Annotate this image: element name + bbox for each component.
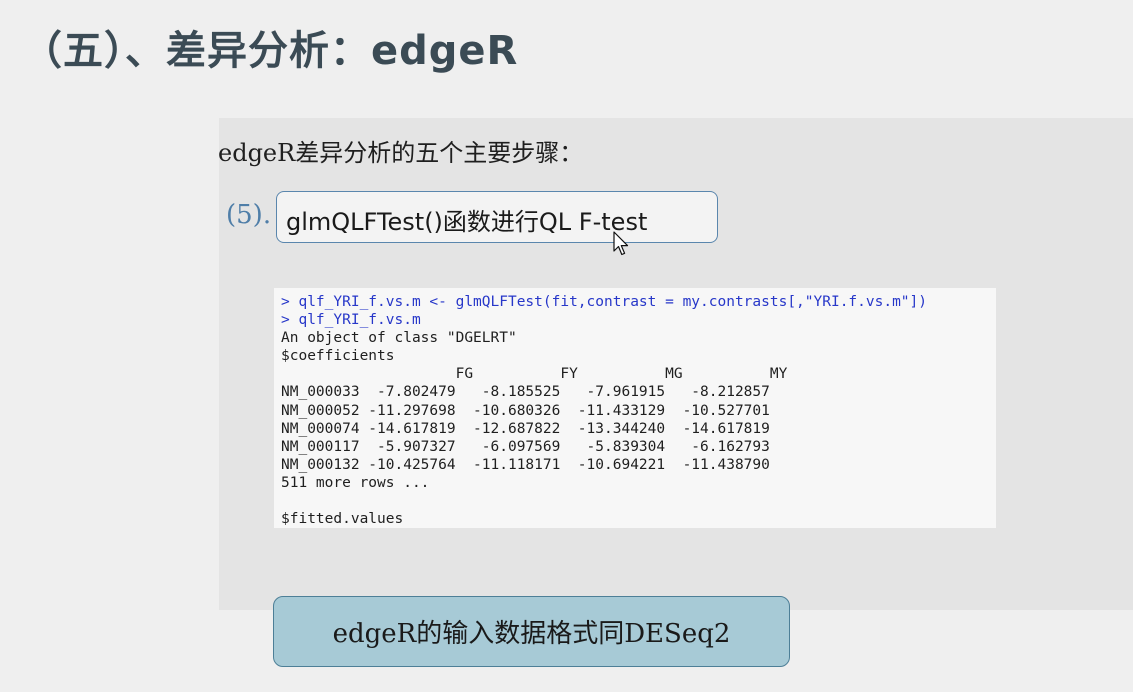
code-line-output: $fitted.values (281, 511, 404, 528)
code-line-output: 511 more rows ... (281, 474, 430, 491)
code-table-row: NM_000052 -11.297698 -10.680326 -11.4331… (281, 402, 770, 419)
note-box: edgeR的输入数据格式同DESeq2 (273, 596, 790, 667)
slide-title: （五）、差异分析：edgeR (22, 28, 519, 74)
code-line-command: > qlf_YRI_f.vs.m <- glmQLFTest(fit,contr… (281, 294, 928, 310)
step-label: glmQLFTest()函数进行QL F-test (286, 208, 648, 236)
step-number: (5). (226, 200, 272, 230)
code-line-command: > qlf_YRI_f.vs.m (281, 312, 421, 329)
code-table-row: NM_000117 -5.907327 -6.097569 -5.839304 … (281, 438, 770, 455)
mouse-pointer-icon (613, 231, 629, 256)
code-line-output: $coefficients (281, 348, 395, 365)
steps-intro: edgeR差异分析的五个主要步骤： (218, 139, 584, 167)
code-table-row: NM_000074 -14.617819 -12.687822 -13.3442… (281, 420, 770, 437)
step-box: glmQLFTest()函数进行QL F-test (276, 191, 718, 243)
code-table-header: FG FY MG MY (281, 366, 788, 383)
code-line-output: An object of class "DGELRT" (281, 330, 517, 347)
note-text: edgeR的输入数据格式同DESeq2 (332, 619, 731, 649)
code-table-row: NM_000033 -7.802479 -8.185525 -7.961915 … (281, 384, 770, 401)
code-table-row: NM_000132 -10.425764 -11.118171 -10.6942… (281, 456, 770, 473)
r-console-output: > qlf_YRI_f.vs.m <- glmQLFTest(fit,contr… (274, 288, 996, 528)
